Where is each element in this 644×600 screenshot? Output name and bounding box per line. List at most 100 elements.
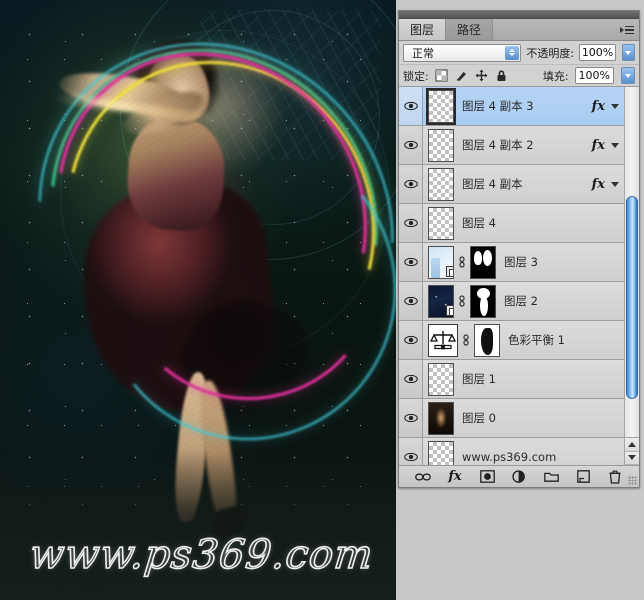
layers-vertical-scrollbar[interactable] bbox=[624, 87, 639, 465]
mask-link-icon[interactable] bbox=[457, 294, 467, 308]
layer-name[interactable]: 图层 2 bbox=[504, 293, 538, 309]
scroll-up-icon[interactable] bbox=[625, 438, 639, 452]
mask-link-icon[interactable] bbox=[457, 255, 467, 269]
panel-menu-icon[interactable] bbox=[620, 24, 634, 36]
new-adjustment-layer-icon[interactable] bbox=[511, 469, 527, 485]
layer-visibility-toggle[interactable] bbox=[399, 321, 423, 359]
layer-name[interactable]: 色彩平衡 1 bbox=[508, 332, 565, 348]
table-row[interactable]: 图层 2 bbox=[399, 282, 624, 321]
scrollbar-thumb[interactable] bbox=[626, 196, 638, 399]
layer-thumbnail[interactable] bbox=[428, 402, 454, 435]
layer-thumbnail-group[interactable] bbox=[428, 285, 496, 318]
opacity-dropdown-icon[interactable] bbox=[622, 44, 635, 61]
panel-resize-grip[interactable] bbox=[628, 476, 637, 485]
fill-dropdown-icon[interactable] bbox=[621, 67, 635, 84]
layer-name[interactable]: 图层 1 bbox=[462, 371, 496, 387]
delete-layer-icon[interactable] bbox=[607, 469, 623, 485]
layer-thumbnail[interactable] bbox=[428, 363, 454, 396]
chevron-down-icon[interactable] bbox=[611, 182, 619, 187]
layer-mask-thumbnail[interactable] bbox=[474, 324, 500, 357]
layer-visibility-toggle[interactable] bbox=[399, 399, 423, 437]
layer-mask-thumbnail[interactable] bbox=[470, 246, 496, 279]
add-layer-mask-icon[interactable] bbox=[479, 469, 495, 485]
blend-mode-stepper-icon[interactable] bbox=[505, 46, 519, 60]
layer-thumbnail[interactable] bbox=[428, 168, 454, 201]
tab-paths[interactable]: 路径 bbox=[446, 19, 493, 40]
layer-thumbnail-group[interactable] bbox=[428, 129, 454, 162]
layer-visibility-toggle[interactable] bbox=[399, 243, 423, 281]
opacity-input[interactable]: 100% bbox=[579, 44, 616, 61]
table-row[interactable]: www.ps369.com bbox=[399, 438, 624, 465]
layers-panel: 图层 路径 正常 不透明度: 100% 锁定: bbox=[398, 10, 640, 488]
layer-thumbnail[interactable] bbox=[428, 441, 454, 466]
layer-visibility-toggle[interactable] bbox=[399, 360, 423, 398]
fx-icon[interactable]: fx bbox=[592, 138, 605, 153]
layer-thumbnail-group[interactable] bbox=[428, 324, 500, 357]
table-row[interactable]: 图层 3 bbox=[399, 243, 624, 282]
eye-icon bbox=[404, 179, 418, 189]
table-row[interactable]: 图层 4 bbox=[399, 204, 624, 243]
layer-thumbnail[interactable] bbox=[428, 90, 454, 123]
layer-thumbnail-group[interactable] bbox=[428, 402, 454, 435]
fx-icon[interactable]: fx bbox=[592, 177, 605, 192]
chevron-down-icon[interactable] bbox=[611, 143, 619, 148]
layer-name[interactable]: 图层 4 副本 3 bbox=[462, 98, 534, 114]
scroll-down-icon[interactable] bbox=[625, 452, 639, 466]
fx-icon[interactable]: fx bbox=[592, 99, 605, 114]
layers-scroll-region: 图层 4 副本 3 fx bbox=[399, 87, 639, 465]
layer-effects-cell: fx bbox=[592, 87, 619, 125]
new-group-icon[interactable] bbox=[543, 469, 559, 485]
layer-thumbnail[interactable] bbox=[428, 246, 454, 279]
table-row[interactable]: 图层 4 副本 fx bbox=[399, 165, 624, 204]
layer-visibility-toggle[interactable] bbox=[399, 282, 423, 320]
table-row[interactable]: 图层 4 副本 2 fx bbox=[399, 126, 624, 165]
table-row[interactable]: 色彩平衡 1 bbox=[399, 321, 624, 360]
eye-icon bbox=[404, 101, 418, 111]
table-row[interactable]: 图层 1 bbox=[399, 360, 624, 399]
lock-image-pixels-icon[interactable] bbox=[455, 69, 468, 82]
layer-thumbnail-group[interactable] bbox=[428, 90, 454, 123]
layer-visibility-toggle[interactable] bbox=[399, 87, 423, 125]
layer-name[interactable]: 图层 4 副本 bbox=[462, 176, 523, 192]
layer-thumbnail-group[interactable] bbox=[428, 246, 496, 279]
layer-thumbnail[interactable] bbox=[428, 207, 454, 240]
tab-layers[interactable]: 图层 bbox=[399, 19, 446, 40]
layer-effects-cell: fx bbox=[592, 126, 619, 164]
layer-name[interactable]: 图层 0 bbox=[462, 410, 496, 426]
fill-input[interactable]: 100% bbox=[575, 67, 614, 84]
panel-menu-arrow-icon bbox=[620, 27, 624, 33]
layer-name[interactable]: 图层 4 副本 2 bbox=[462, 137, 534, 153]
link-layers-icon[interactable] bbox=[415, 469, 431, 485]
layer-visibility-toggle[interactable] bbox=[399, 204, 423, 242]
lock-position-icon[interactable] bbox=[475, 69, 488, 82]
blend-mode-select[interactable]: 正常 bbox=[403, 44, 521, 62]
color-balance-icon[interactable] bbox=[428, 324, 458, 357]
layer-visibility-toggle[interactable] bbox=[399, 126, 423, 164]
layer-visibility-toggle[interactable] bbox=[399, 438, 423, 465]
layer-thumbnail-group[interactable] bbox=[428, 363, 454, 396]
layer-name[interactable]: 图层 4 bbox=[462, 215, 496, 231]
lock-transparent-pixels-icon[interactable] bbox=[435, 69, 448, 82]
layer-thumbnail-group[interactable] bbox=[428, 168, 454, 201]
table-row[interactable]: 图层 4 副本 3 fx bbox=[399, 87, 624, 126]
mask-link-icon[interactable] bbox=[461, 333, 471, 347]
image-canvas[interactable]: www.ps369.com bbox=[0, 0, 396, 600]
layer-visibility-toggle[interactable] bbox=[399, 165, 423, 203]
layer-thumbnail-group[interactable] bbox=[428, 207, 454, 240]
chevron-down-icon[interactable] bbox=[611, 104, 619, 109]
layer-thumbnail[interactable] bbox=[428, 129, 454, 162]
fill-label: 填充: bbox=[543, 68, 569, 84]
layer-thumbnail-group[interactable] bbox=[428, 441, 454, 466]
scrollbar-track[interactable] bbox=[625, 87, 639, 437]
layer-thumbnail[interactable] bbox=[428, 285, 454, 318]
layers-panel-footer: fx bbox=[399, 465, 639, 487]
table-row[interactable]: 图层 0 bbox=[399, 399, 624, 438]
eye-icon bbox=[404, 296, 418, 306]
add-layer-style-icon[interactable]: fx bbox=[447, 469, 463, 485]
panel-titlebar[interactable] bbox=[399, 11, 639, 19]
new-layer-icon[interactable] bbox=[575, 469, 591, 485]
lock-all-icon[interactable] bbox=[495, 69, 508, 82]
layer-name[interactable]: www.ps369.com bbox=[462, 450, 556, 464]
layer-name[interactable]: 图层 3 bbox=[504, 254, 538, 270]
layer-mask-thumbnail[interactable] bbox=[470, 285, 496, 318]
